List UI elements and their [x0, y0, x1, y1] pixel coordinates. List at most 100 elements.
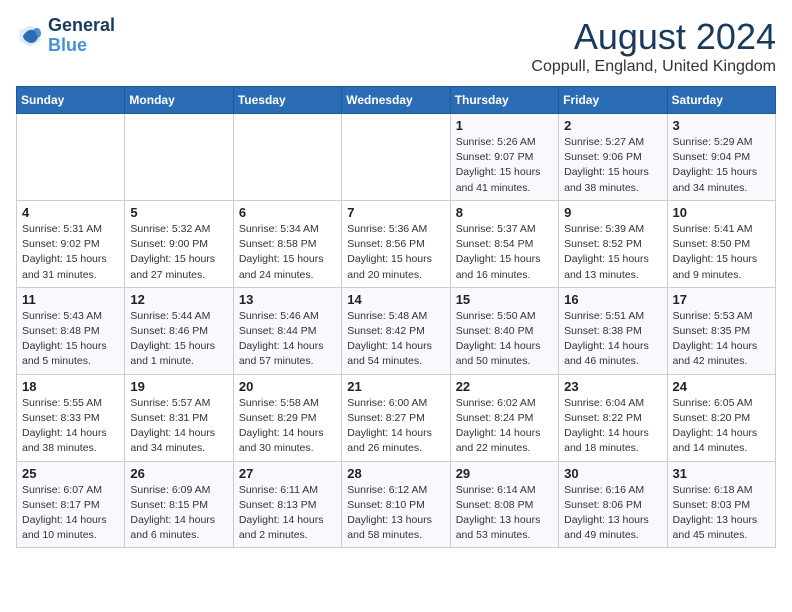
week-row-5: 25Sunrise: 6:07 AM Sunset: 8:17 PM Dayli… [17, 461, 776, 548]
week-row-2: 4 Sunrise: 5:31 AM Sunset: 9:02 PM Daylig… [17, 200, 776, 287]
calendar-cell: 12 Sunrise: 5:44 AM Sunset: 8:46 PM Dayli… [125, 287, 233, 374]
day-number: 19 [130, 379, 227, 394]
calendar-cell [342, 114, 450, 201]
calendar-cell: 7 Sunrise: 5:36 AM Sunset: 8:56 PM Daylig… [342, 200, 450, 287]
day-info: Sunrise: 5:39 AM Sunset: 8:52 PM Dayligh… [564, 222, 661, 283]
calendar-cell: 31Sunrise: 6:18 AM Sunset: 8:03 PM Dayli… [667, 461, 775, 548]
calendar-cell: 11Sunrise: 5:43 AM Sunset: 8:48 PM Dayli… [17, 287, 125, 374]
calendar-cell: 5Sunrise: 5:32 AM Sunset: 9:00 PM Daylig… [125, 200, 233, 287]
calendar-cell: 1 Sunrise: 5:26 AM Sunset: 9:07 PM Daylig… [450, 114, 558, 201]
day-info: Sunrise: 5:27 AM Sunset: 9:06 PM Dayligh… [564, 135, 661, 196]
day-number: 15 [456, 292, 553, 307]
weekday-header-friday: Friday [559, 87, 667, 114]
calendar-cell: 16 Sunrise: 5:51 AM Sunset: 8:38 PM Dayli… [559, 287, 667, 374]
day-number: 4 [22, 205, 119, 220]
day-info: Sunrise: 5:44 AM Sunset: 8:46 PM Dayligh… [130, 309, 227, 370]
calendar-cell: 22 Sunrise: 6:02 AM Sunset: 8:24 PM Dayli… [450, 374, 558, 461]
day-info: Sunrise: 5:57 AM Sunset: 8:31 PM Dayligh… [130, 396, 227, 457]
weekday-header-tuesday: Tuesday [233, 87, 341, 114]
day-info: Sunrise: 6:18 AM Sunset: 8:03 PM Dayligh… [673, 483, 770, 544]
day-info: Sunrise: 5:51 AM Sunset: 8:38 PM Dayligh… [564, 309, 661, 370]
week-row-3: 11Sunrise: 5:43 AM Sunset: 8:48 PM Dayli… [17, 287, 776, 374]
day-info: Sunrise: 6:14 AM Sunset: 8:08 PM Dayligh… [456, 483, 553, 544]
day-number: 12 [130, 292, 227, 307]
logo: General Blue [16, 16, 115, 56]
day-number: 22 [456, 379, 553, 394]
weekday-header-row: SundayMondayTuesdayWednesdayThursdayFrid… [17, 87, 776, 114]
logo-text: General Blue [48, 16, 115, 56]
day-info: Sunrise: 5:53 AM Sunset: 8:35 PM Dayligh… [673, 309, 770, 370]
calendar-cell: 18Sunrise: 5:55 AM Sunset: 8:33 PM Dayli… [17, 374, 125, 461]
title-area: August 2024 Coppull, England, United Kin… [531, 16, 776, 76]
day-info: Sunrise: 5:34 AM Sunset: 8:58 PM Dayligh… [239, 222, 336, 283]
calendar-cell: 29 Sunrise: 6:14 AM Sunset: 8:08 PM Dayli… [450, 461, 558, 548]
day-info: Sunrise: 6:04 AM Sunset: 8:22 PM Dayligh… [564, 396, 661, 457]
calendar-cell: 21 Sunrise: 6:00 AM Sunset: 8:27 PM Dayli… [342, 374, 450, 461]
day-info: Sunrise: 5:29 AM Sunset: 9:04 PM Dayligh… [673, 135, 770, 196]
day-info: Sunrise: 5:36 AM Sunset: 8:56 PM Dayligh… [347, 222, 444, 283]
day-number: 11 [22, 292, 119, 307]
calendar-cell: 17 Sunrise: 5:53 AM Sunset: 8:35 PM Dayli… [667, 287, 775, 374]
day-info: Sunrise: 5:55 AM Sunset: 8:33 PM Dayligh… [22, 396, 119, 457]
calendar-cell: 2 Sunrise: 5:27 AM Sunset: 9:06 PM Daylig… [559, 114, 667, 201]
day-number: 21 [347, 379, 444, 394]
day-number: 29 [456, 466, 553, 481]
week-row-1: 1 Sunrise: 5:26 AM Sunset: 9:07 PM Daylig… [17, 114, 776, 201]
calendar-cell: 3 Sunrise: 5:29 AM Sunset: 9:04 PM Daylig… [667, 114, 775, 201]
day-number: 8 [456, 205, 553, 220]
calendar-cell: 25Sunrise: 6:07 AM Sunset: 8:17 PM Dayli… [17, 461, 125, 548]
calendar-cell: 23 Sunrise: 6:04 AM Sunset: 8:22 PM Dayli… [559, 374, 667, 461]
day-info: Sunrise: 5:58 AM Sunset: 8:29 PM Dayligh… [239, 396, 336, 457]
day-number: 17 [673, 292, 770, 307]
day-number: 28 [347, 466, 444, 481]
calendar-cell: 8Sunrise: 5:37 AM Sunset: 8:54 PM Daylig… [450, 200, 558, 287]
weekday-header-saturday: Saturday [667, 87, 775, 114]
day-info: Sunrise: 6:11 AM Sunset: 8:13 PM Dayligh… [239, 483, 336, 544]
day-info: Sunrise: 5:26 AM Sunset: 9:07 PM Dayligh… [456, 135, 553, 196]
day-number: 23 [564, 379, 661, 394]
calendar-cell: 19 Sunrise: 5:57 AM Sunset: 8:31 PM Dayli… [125, 374, 233, 461]
day-number: 16 [564, 292, 661, 307]
day-number: 13 [239, 292, 336, 307]
calendar-cell: 6Sunrise: 5:34 AM Sunset: 8:58 PM Daylig… [233, 200, 341, 287]
calendar-cell [233, 114, 341, 201]
day-number: 3 [673, 118, 770, 133]
weekday-header-wednesday: Wednesday [342, 87, 450, 114]
day-number: 7 [347, 205, 444, 220]
day-number: 10 [673, 205, 770, 220]
week-row-4: 18Sunrise: 5:55 AM Sunset: 8:33 PM Dayli… [17, 374, 776, 461]
calendar-cell [17, 114, 125, 201]
weekday-header-sunday: Sunday [17, 87, 125, 114]
day-info: Sunrise: 6:02 AM Sunset: 8:24 PM Dayligh… [456, 396, 553, 457]
day-number: 30 [564, 466, 661, 481]
day-info: Sunrise: 5:31 AM Sunset: 9:02 PM Dayligh… [22, 222, 119, 283]
day-info: Sunrise: 5:46 AM Sunset: 8:44 PM Dayligh… [239, 309, 336, 370]
day-number: 20 [239, 379, 336, 394]
logo-icon [16, 22, 44, 50]
calendar-cell: 24Sunrise: 6:05 AM Sunset: 8:20 PM Dayli… [667, 374, 775, 461]
day-info: Sunrise: 6:12 AM Sunset: 8:10 PM Dayligh… [347, 483, 444, 544]
day-info: Sunrise: 6:09 AM Sunset: 8:15 PM Dayligh… [130, 483, 227, 544]
calendar-cell: 4 Sunrise: 5:31 AM Sunset: 9:02 PM Daylig… [17, 200, 125, 287]
day-number: 9 [564, 205, 661, 220]
day-info: Sunrise: 6:00 AM Sunset: 8:27 PM Dayligh… [347, 396, 444, 457]
weekday-header-thursday: Thursday [450, 87, 558, 114]
day-number: 27 [239, 466, 336, 481]
day-number: 24 [673, 379, 770, 394]
calendar-cell: 30Sunrise: 6:16 AM Sunset: 8:06 PM Dayli… [559, 461, 667, 548]
calendar-table: SundayMondayTuesdayWednesdayThursdayFrid… [16, 86, 776, 548]
calendar-cell: 27 Sunrise: 6:11 AM Sunset: 8:13 PM Dayli… [233, 461, 341, 548]
day-info: Sunrise: 5:50 AM Sunset: 8:40 PM Dayligh… [456, 309, 553, 370]
page-header: General Blue August 2024 Coppull, Englan… [16, 16, 776, 76]
calendar-cell: 13 Sunrise: 5:46 AM Sunset: 8:44 PM Dayli… [233, 287, 341, 374]
calendar-cell: 20 Sunrise: 5:58 AM Sunset: 8:29 PM Dayli… [233, 374, 341, 461]
day-info: Sunrise: 5:48 AM Sunset: 8:42 PM Dayligh… [347, 309, 444, 370]
calendar-cell: 15 Sunrise: 5:50 AM Sunset: 8:40 PM Dayli… [450, 287, 558, 374]
month-year: August 2024 [531, 16, 776, 58]
day-number: 1 [456, 118, 553, 133]
calendar-cell: 14Sunrise: 5:48 AM Sunset: 8:42 PM Dayli… [342, 287, 450, 374]
day-number: 2 [564, 118, 661, 133]
calendar-cell: 9 Sunrise: 5:39 AM Sunset: 8:52 PM Daylig… [559, 200, 667, 287]
calendar-cell: 10Sunrise: 5:41 AM Sunset: 8:50 PM Dayli… [667, 200, 775, 287]
calendar-cell [125, 114, 233, 201]
